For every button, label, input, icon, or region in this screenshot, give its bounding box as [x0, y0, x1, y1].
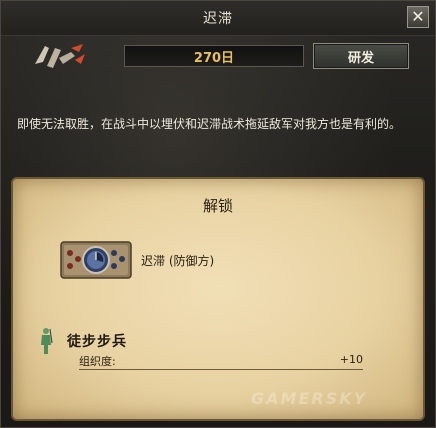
doctrine-emblem-icon	[35, 44, 85, 68]
close-button[interactable]: ✕	[407, 6, 429, 28]
unit-name: 徒步步兵	[67, 334, 127, 350]
watermark-logo: GAMERSKY	[251, 389, 368, 408]
research-days-value: 270日	[193, 50, 235, 66]
research-days-display: 270日	[124, 45, 304, 67]
tactic-label: 迟滞 (防御方)	[141, 254, 215, 268]
title-bar: 迟滞	[1, 1, 435, 36]
unlock-title: 解锁	[202, 197, 233, 215]
tech-description: 即使无法取胜，在战斗中以埋伏和迟滞战术拖延敌军对我方也是有利的。	[17, 117, 402, 131]
research-button-label: 研发	[347, 50, 374, 66]
close-icon: ✕	[411, 7, 425, 26]
delay-tactic-icon[interactable]	[60, 241, 132, 279]
stat-label: 组织度:	[79, 355, 116, 368]
window-title: 迟滞	[203, 11, 233, 27]
infantry-icon	[41, 328, 53, 354]
unlock-panel: 解锁 迟滞 (防御方) 徒步步兵 组织度: +10	[11, 177, 425, 421]
research-window: 迟滞 ✕ 270日 研发 即使无法取胜，在战斗中以埋伏和迟滞战术拖延敌军对我方也…	[0, 0, 436, 428]
unit-stat-row: 组织度: +10	[79, 353, 363, 370]
stat-value: +10	[339, 353, 363, 366]
research-button[interactable]: 研发	[313, 43, 409, 69]
